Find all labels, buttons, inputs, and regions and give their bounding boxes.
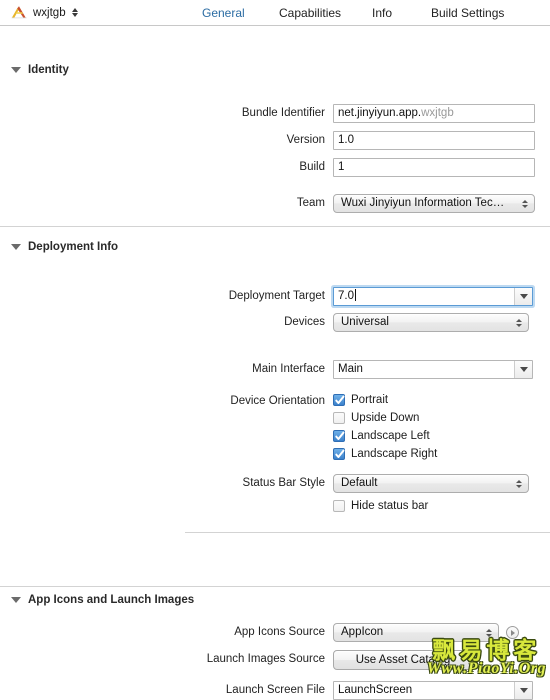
checkbox-portrait[interactable]: Portrait	[333, 392, 437, 408]
tab-list: General Capabilities Info Build Settings	[202, 0, 504, 25]
checkbox-hide-status-bar-box[interactable]	[333, 500, 345, 512]
tab-general[interactable]: General	[202, 6, 279, 20]
checkbox-hide-status-bar[interactable]: Hide status bar	[333, 498, 428, 514]
tab-capabilities[interactable]: Capabilities	[279, 6, 372, 20]
row-build: Build 1	[0, 158, 550, 177]
bundle-identifier-suffix: wxjtgb	[421, 107, 454, 119]
label-bundle-identifier: Bundle Identifier	[241, 107, 325, 119]
stepper-up-down-icon[interactable]	[71, 8, 78, 17]
deployment-target-dropdown-button[interactable]	[514, 288, 532, 305]
app-icons-source-value: AppIcon	[341, 626, 384, 638]
label-device-orientation: Device Orientation	[230, 395, 325, 407]
project-name: wxjtgb	[33, 6, 66, 19]
team-value: Wuxi Jinyiyun Information Tec…	[341, 197, 505, 209]
section-title-deployment-info: Deployment Info	[28, 241, 119, 253]
disclosure-triangle-icon[interactable]	[11, 597, 21, 603]
checkbox-portrait-label: Portrait	[351, 394, 389, 406]
label-main-interface: Main Interface	[252, 363, 325, 375]
tab-info[interactable]: Info	[372, 6, 431, 20]
label-status-bar-style: Status Bar Style	[242, 477, 325, 489]
use-asset-catalog-button[interactable]: Use Asset Catalog	[333, 650, 473, 670]
bundle-identifier-value: net.jinyiyun.app.	[338, 107, 422, 119]
build-input[interactable]: 1	[333, 158, 535, 177]
popup-arrows-icon	[486, 628, 492, 637]
devices-popup-button[interactable]: Universal	[333, 313, 529, 332]
row-launch-screen-file: Launch Screen File LaunchScreen	[0, 681, 550, 700]
row-main-interface: Main Interface Main	[0, 360, 550, 379]
divider-deployment-bottom	[0, 586, 550, 587]
status-bar-style-value: Default	[341, 477, 378, 489]
label-launch-screen-file: Launch Screen File	[225, 684, 325, 696]
bundle-identifier-input[interactable]: net.jinyiyun.app.wxjtgb	[333, 104, 535, 123]
disclosure-triangle-icon[interactable]	[11, 67, 21, 73]
status-bar-style-popup-button[interactable]: Default	[333, 474, 529, 493]
main-interface-combobox[interactable]: Main	[333, 360, 533, 379]
text-cursor	[355, 289, 356, 301]
section-header-deployment-info[interactable]: Deployment Info	[0, 241, 118, 253]
disclosure-triangle-icon[interactable]	[11, 244, 21, 250]
row-deployment-target: Deployment Target 7.0	[0, 287, 550, 306]
section-header-app-icons[interactable]: App Icons and Launch Images	[0, 594, 194, 606]
row-status-bar-style: Status Bar Style Default	[0, 474, 550, 493]
checkbox-upside-down-label: Upside Down	[351, 412, 420, 424]
section-title-app-icons: App Icons and Launch Images	[28, 594, 195, 606]
checkbox-landscape-right-box[interactable]	[333, 448, 345, 460]
checkbox-upside-down-box[interactable]	[333, 412, 345, 424]
launch-screen-file-value: LaunchScreen	[338, 684, 413, 696]
row-device-orientation: Device Orientation Portrait Upside Down …	[0, 392, 550, 462]
row-app-icons-source: App Icons Source AppIcon	[0, 623, 550, 642]
label-devices: Devices	[284, 316, 325, 328]
row-version: Version 1.0	[0, 131, 550, 150]
label-deployment-target: Deployment Target	[228, 290, 325, 302]
launch-screen-file-dropdown-button[interactable]	[514, 682, 532, 699]
divider-deployment-inner	[185, 532, 550, 533]
xcode-app-icon	[11, 6, 27, 19]
team-popup-button[interactable]: Wuxi Jinyiyun Information Tec…	[333, 194, 535, 213]
popup-arrows-icon	[516, 479, 522, 488]
checkbox-landscape-right-label: Landscape Right	[351, 448, 438, 460]
main-interface-value: Main	[338, 363, 363, 375]
row-devices: Devices Universal	[0, 313, 550, 332]
label-version: Version	[286, 134, 325, 146]
popup-arrows-icon	[516, 318, 522, 327]
tab-build-settings[interactable]: Build Settings	[431, 6, 504, 20]
version-input[interactable]: 1.0	[333, 131, 535, 150]
row-hide-status-bar: Hide status bar	[0, 498, 550, 514]
checkbox-landscape-right[interactable]: Landscape Right	[333, 446, 437, 462]
row-launch-images-source: Launch Images Source Use Asset Catalog	[0, 650, 550, 670]
checkbox-landscape-left-box[interactable]	[333, 430, 345, 442]
devices-value: Universal	[341, 316, 389, 328]
checkbox-landscape-left[interactable]: Landscape Left	[333, 428, 437, 444]
section-title-identity: Identity	[28, 64, 69, 76]
device-orientation-checkbox-group: Portrait Upside Down Landscape Left Land…	[333, 392, 437, 462]
label-team: Team	[296, 197, 325, 209]
row-team: Team Wuxi Jinyiyun Information Tec…	[0, 194, 550, 213]
launch-screen-file-combobox[interactable]: LaunchScreen	[333, 681, 533, 700]
label-app-icons-source: App Icons Source	[234, 626, 325, 638]
main-interface-dropdown-button[interactable]	[514, 361, 532, 378]
row-bundle-identifier: Bundle Identifier net.jinyiyun.app.wxjtg…	[0, 104, 550, 123]
label-launch-images-source: Launch Images Source	[206, 653, 325, 665]
section-header-identity[interactable]: Identity	[0, 64, 69, 76]
top-tab-bar: wxjtgb General Capabilities Info Build S…	[0, 0, 550, 26]
deployment-target-combobox[interactable]: 7.0	[333, 287, 533, 306]
app-icons-source-popup-button[interactable]: AppIcon	[333, 623, 499, 642]
deployment-target-value: 7.0	[338, 290, 354, 302]
popup-arrows-icon	[522, 199, 528, 208]
checkbox-portrait-box[interactable]	[333, 394, 345, 406]
app-icons-goto-arrow-icon[interactable]	[506, 626, 519, 639]
checkbox-hide-status-bar-label: Hide status bar	[351, 500, 429, 512]
project-selector[interactable]: wxjtgb	[0, 0, 78, 25]
divider-identity-bottom	[0, 226, 550, 227]
checkbox-upside-down[interactable]: Upside Down	[333, 410, 437, 426]
label-build: Build	[299, 161, 325, 173]
checkbox-landscape-left-label: Landscape Left	[351, 430, 430, 442]
